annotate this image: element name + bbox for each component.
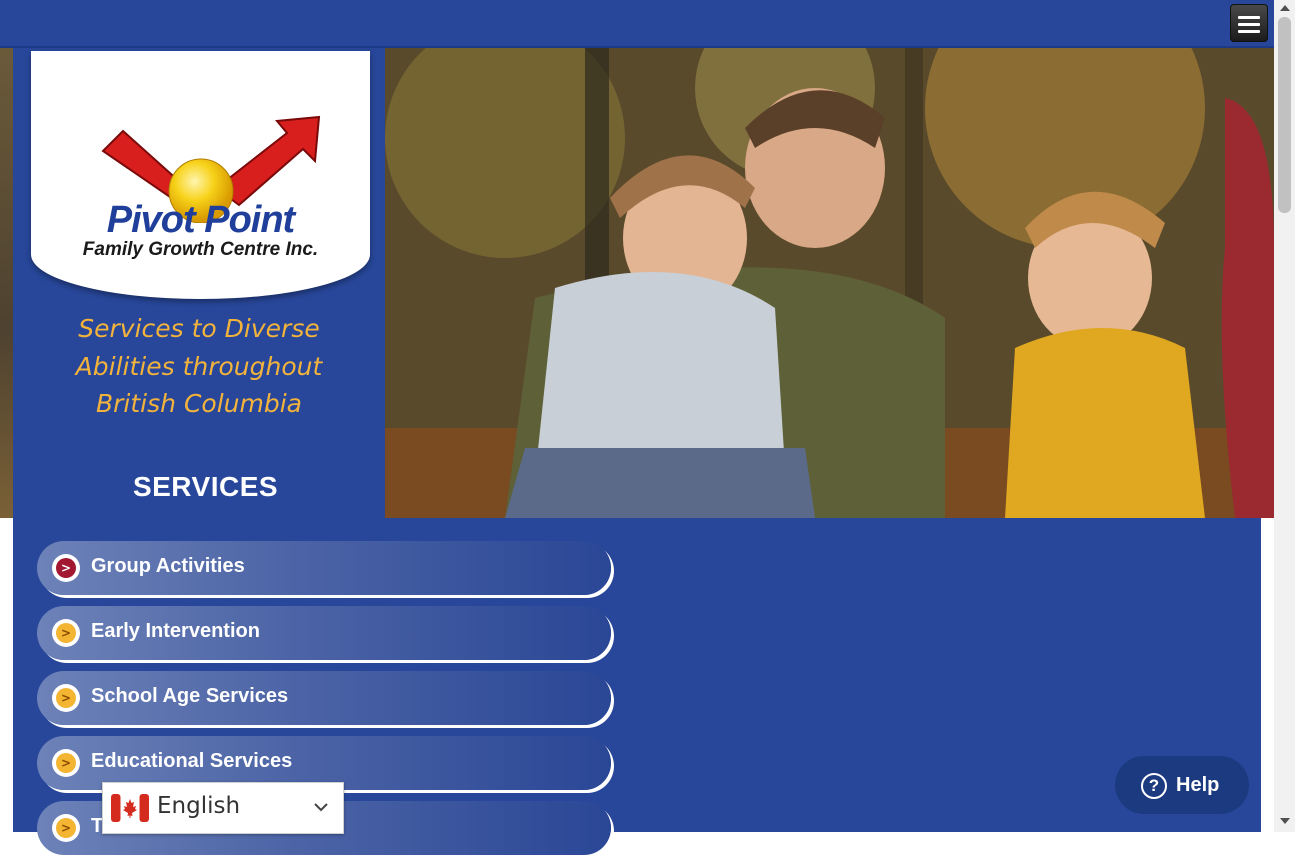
logo-name: Pivot Point — [106, 199, 295, 241]
service-label: Group Activities — [91, 555, 245, 577]
language-selector[interactable]: English — [102, 782, 344, 834]
service-button-school-age-services[interactable]: > School Age Services — [37, 671, 611, 725]
hero-family-photo — [385, 48, 1274, 518]
chevron-right-icon: > — [52, 814, 80, 842]
tagline-line: Services to Diverse — [78, 314, 320, 343]
site-logo[interactable]: Pivot Point Family Growth Centre Inc. — [31, 51, 370, 299]
tagline-line: Abilities throughout — [75, 351, 323, 381]
chevron-right-icon: > — [52, 749, 80, 777]
hero-photo-illustration — [385, 48, 1274, 518]
chevron-right-icon: > — [52, 619, 80, 647]
help-label: Help — [1176, 774, 1220, 796]
top-bar — [0, 0, 1274, 48]
service-label: School Age Services — [91, 685, 289, 707]
services-heading: SERVICES — [132, 471, 279, 502]
service-label: Educational Services — [91, 750, 293, 772]
tagline-line: British Columbia — [96, 389, 302, 418]
scroll-down-arrow-icon[interactable] — [1280, 818, 1290, 824]
chevron-down-icon — [314, 803, 328, 812]
chevron-right-icon: > — [52, 684, 80, 712]
help-button[interactable]: ? Help — [1115, 756, 1249, 814]
menu-bar-line — [1238, 16, 1260, 19]
chevron-right-icon: > — [52, 554, 80, 582]
question-mark-icon: ? — [1141, 773, 1167, 799]
service-button-group-activities[interactable]: > Group Activities — [37, 541, 611, 595]
scroll-up-arrow-icon[interactable] — [1280, 5, 1290, 11]
tagline: Services to Diverse Abilities throughout… — [13, 310, 385, 423]
language-label: English — [157, 793, 241, 819]
scrollbar-thumb[interactable] — [1278, 17, 1291, 213]
hamburger-menu-button[interactable] — [1230, 4, 1268, 42]
service-button-early-intervention[interactable]: > Early Intervention — [37, 606, 611, 660]
service-label: Early Intervention — [91, 620, 260, 642]
canada-flag-icon — [111, 794, 149, 822]
logo-subtitle: Family Growth Centre Inc. — [82, 239, 319, 260]
menu-bar-line — [1238, 30, 1260, 33]
menu-bar-line — [1238, 23, 1260, 26]
vertical-scrollbar[interactable] — [1274, 0, 1295, 832]
